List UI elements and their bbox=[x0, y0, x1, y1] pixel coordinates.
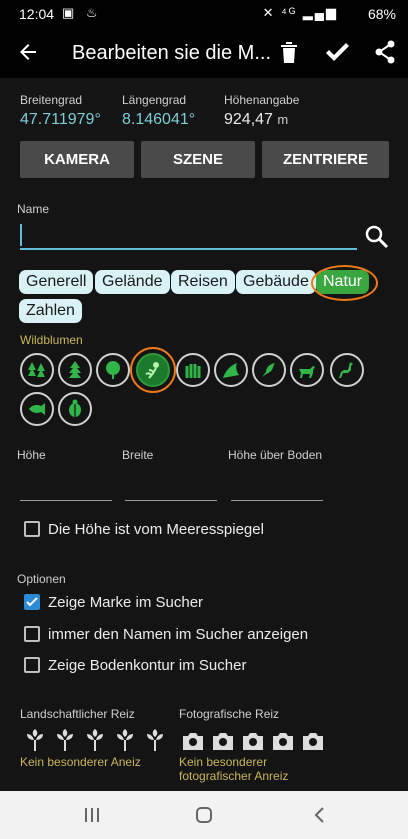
status-bar: 12:04 ▣ ♨ ✕ ⁴ᴳ ▂▄▆ 68% bbox=[0, 0, 408, 28]
flower-rating-icon[interactable] bbox=[24, 728, 46, 752]
photo-appeal-value-line1: Kein besonderer bbox=[179, 755, 268, 769]
center-button[interactable]: ZENTRIERE bbox=[262, 141, 389, 178]
options-title: Optionen bbox=[17, 572, 66, 586]
category-chip-generell[interactable]: Generell bbox=[19, 270, 94, 294]
elevation-number: 924,47 bbox=[224, 111, 273, 128]
elevation-unit: m bbox=[277, 112, 289, 127]
category-chip-zahlen[interactable]: Zahlen bbox=[19, 299, 82, 323]
natur-highlight-ring bbox=[311, 265, 378, 301]
landscape-appeal-value: Kein besonderer Aneiz bbox=[20, 755, 141, 769]
camera-rating-icon[interactable] bbox=[301, 731, 325, 751]
longitude-value: 8.146041° bbox=[122, 111, 196, 128]
name-input[interactable] bbox=[20, 220, 357, 250]
forest-icon[interactable] bbox=[20, 353, 54, 387]
battery-level: 68% bbox=[367, 6, 396, 22]
camera-rating-icon[interactable] bbox=[271, 731, 295, 751]
share-icon[interactable] bbox=[374, 40, 396, 64]
delete-icon[interactable] bbox=[278, 40, 300, 64]
category-chip-gebaeude[interactable]: Gebäude bbox=[236, 270, 316, 294]
system-nav-bar bbox=[0, 791, 408, 839]
photo-appeal-value-line2: fotografischer Anreiz bbox=[179, 769, 289, 783]
status-time: 12:04 bbox=[19, 6, 55, 22]
home-icon[interactable] bbox=[194, 805, 214, 825]
doe-icon[interactable] bbox=[330, 353, 364, 387]
flower-rating-icon[interactable] bbox=[114, 728, 136, 752]
camera-button[interactable]: KAMERA bbox=[20, 141, 134, 178]
width-label: Breite bbox=[122, 448, 154, 462]
scene-button[interactable]: SZENE bbox=[141, 141, 255, 178]
conifer-icon[interactable] bbox=[58, 353, 92, 387]
flower-rating-icon[interactable] bbox=[84, 728, 106, 752]
show-marker-checkbox[interactable] bbox=[24, 594, 40, 610]
show-marker-label: Zeige Marke im Sucher bbox=[48, 594, 204, 611]
back-nav-icon[interactable] bbox=[310, 805, 330, 825]
photo-appeal-label: Fotografische Reiz bbox=[179, 707, 280, 721]
icon-highlight-ring bbox=[130, 347, 176, 393]
search-icon[interactable] bbox=[364, 224, 390, 250]
height-input[interactable] bbox=[20, 500, 112, 501]
landscape-appeal-label: Landschaftlicher Reiz bbox=[20, 707, 135, 721]
camera-rating-icon[interactable] bbox=[241, 731, 265, 751]
back-arrow-icon[interactable] bbox=[16, 40, 40, 64]
subcategory-label: Wildblumen bbox=[20, 333, 83, 347]
bird-icon[interactable] bbox=[252, 353, 286, 387]
page-title: Bearbeiten sie die M... bbox=[72, 42, 271, 64]
text-cursor bbox=[20, 224, 22, 246]
ground-contour-label: Zeige Bodenkontur im Sucher bbox=[48, 657, 247, 674]
grain-icon[interactable] bbox=[176, 353, 210, 387]
sea-level-label: Die Höhe ist vom Meeresspiegel bbox=[48, 521, 264, 538]
always-show-name-checkbox[interactable] bbox=[24, 626, 40, 642]
latitude-value: 47.711979° bbox=[20, 111, 101, 128]
flower-rating-icon[interactable] bbox=[54, 728, 76, 752]
rock-icon[interactable] bbox=[214, 353, 248, 387]
app-bar: Bearbeiten sie die M... bbox=[0, 28, 408, 78]
recent-apps-icon[interactable] bbox=[82, 805, 102, 825]
name-label: Name bbox=[17, 202, 50, 216]
signal-icons: ✕ ⁴ᴳ ▂▄▆ bbox=[262, 5, 338, 20]
width-input[interactable] bbox=[125, 500, 217, 501]
camera-rating-icon[interactable] bbox=[181, 731, 205, 751]
height-label: Höhe bbox=[17, 448, 46, 462]
longitude-label: Längengrad bbox=[122, 93, 187, 107]
deciduous-tree-icon[interactable] bbox=[96, 353, 130, 387]
latitude-label: Breitengrad bbox=[20, 93, 83, 107]
deer-icon[interactable] bbox=[290, 353, 324, 387]
ground-contour-checkbox[interactable] bbox=[24, 657, 40, 673]
flower-rating-icon[interactable] bbox=[144, 728, 166, 752]
notification-icons: ▣ ♨ bbox=[62, 5, 102, 20]
category-chip-reisen[interactable]: Reisen bbox=[171, 270, 235, 294]
sea-level-checkbox[interactable] bbox=[24, 521, 40, 537]
category-chip-gelaende[interactable]: Gelände bbox=[95, 270, 170, 294]
height-above-ground-label: Höhe über Boden bbox=[228, 448, 323, 462]
height-above-ground-input[interactable] bbox=[231, 500, 323, 501]
save-check-icon[interactable] bbox=[324, 40, 350, 64]
ladybug-icon[interactable] bbox=[58, 392, 92, 426]
fish-icon[interactable] bbox=[20, 392, 54, 426]
camera-rating-icon[interactable] bbox=[211, 731, 235, 751]
elevation-value: 924,47 m bbox=[224, 111, 288, 129]
always-show-name-label: immer den Namen im Sucher anzeigen bbox=[48, 626, 309, 643]
elevation-label: Höhenangabe bbox=[224, 93, 300, 107]
